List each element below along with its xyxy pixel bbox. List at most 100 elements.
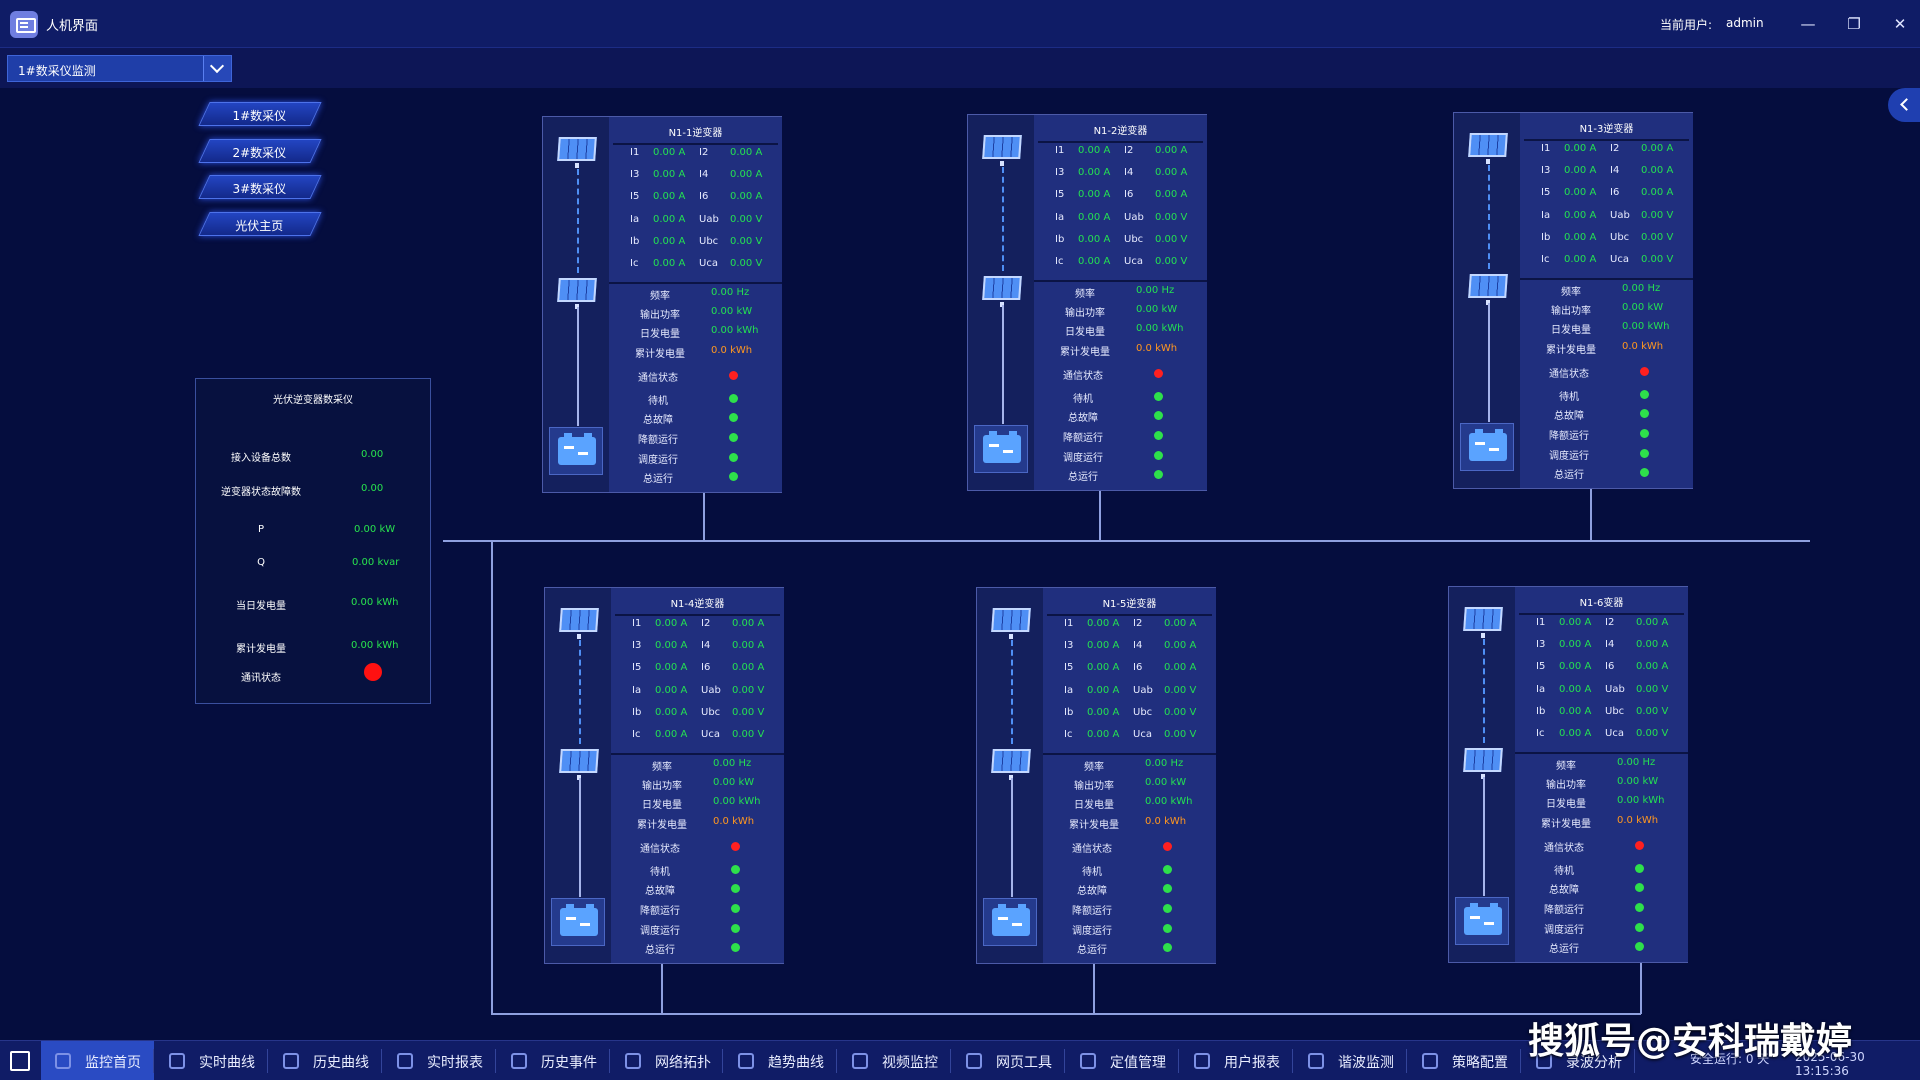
inverter-icon <box>1455 897 1509 945</box>
nav-collector-2-button[interactable]: 2#数采仪 <box>198 139 322 163</box>
measure-value: 0.00 A <box>1564 187 1597 198</box>
collapse-panel-button[interactable] <box>1888 88 1920 122</box>
taskbar-button[interactable]: 策略配置 <box>1408 1041 1521 1080</box>
energy-value: 0.00 Hz <box>711 287 750 298</box>
inverter-icon <box>974 425 1028 473</box>
measure-value: 0.00 A <box>1559 706 1592 717</box>
state-indicator <box>1154 431 1163 440</box>
divider <box>615 614 780 616</box>
summary-label: 通讯状态 <box>241 673 281 684</box>
summary-label: 逆变器状态故障数 <box>221 487 301 498</box>
solar-panel-icon <box>553 133 601 168</box>
energy-label: 频率 <box>1556 761 1576 772</box>
minimize-icon[interactable]: — <box>1796 12 1820 36</box>
summary-label: P <box>257 524 265 535</box>
energy-value: 0.00 Hz <box>1136 285 1175 296</box>
home-icon <box>55 1053 71 1069</box>
restore-icon[interactable]: ❐ <box>1842 12 1866 36</box>
state-indicator <box>1640 367 1649 376</box>
measure-value: 0.00 A <box>1087 707 1120 718</box>
measure-value: 0.00 A <box>653 236 686 247</box>
measure-label: Uab <box>1610 210 1630 221</box>
apps-grid-icon[interactable] <box>10 1051 30 1071</box>
solar-panel-icon <box>1459 603 1507 638</box>
state-label: 通信状态 <box>640 844 680 855</box>
taskbar-button[interactable]: 历史事件 <box>497 1041 610 1080</box>
taskbar-button[interactable]: 历史曲线 <box>269 1041 382 1080</box>
report-icon <box>397 1053 413 1069</box>
state-indicator <box>1163 842 1172 851</box>
measure-value: 0.00 A <box>730 191 763 202</box>
measure-label: Ia <box>632 685 642 696</box>
title-bar: 人机界面 当前用户: admin — ❐ ✕ <box>0 0 1920 48</box>
measure-label: I1 <box>1541 143 1551 154</box>
measure-value: 0.00 A <box>1087 618 1120 629</box>
measure-value: 0.00 A <box>653 191 686 202</box>
taskbar-button[interactable]: 监控首页 <box>41 1041 154 1080</box>
measure-label: I5 <box>1536 661 1546 672</box>
taskbar-button[interactable]: 网页工具 <box>952 1041 1065 1080</box>
energy-value: 0.0 kWh <box>1622 341 1664 352</box>
taskbar-button[interactable]: 定值管理 <box>1066 1041 1179 1080</box>
nav-pv-home-button[interactable]: 光伏主页 <box>198 212 322 236</box>
measure-value: 0.00 A <box>1078 145 1111 156</box>
state-indicator <box>729 453 738 462</box>
taskbar-button[interactable]: 实时报表 <box>383 1041 496 1080</box>
energy-value: 0.0 kWh <box>711 345 753 356</box>
state-indicator <box>729 433 738 442</box>
measure-value: 0.00 A <box>1636 661 1669 672</box>
nav-collector-3-button[interactable]: 3#数采仪 <box>198 175 322 199</box>
taskbar-button[interactable]: 趋势曲线 <box>724 1041 837 1080</box>
selector-value: 1#数采仪监测 <box>18 64 96 78</box>
measure-label: Ib <box>1055 234 1065 245</box>
measure-value: 0.00 V <box>1155 234 1188 245</box>
taskbar-button[interactable]: 谐波监测 <box>1294 1041 1407 1080</box>
divider <box>1047 614 1212 616</box>
state-label: 通信状态 <box>1063 371 1103 382</box>
measure-value: 0.00 A <box>1078 256 1111 267</box>
measure-label: I5 <box>630 191 640 202</box>
measure-value: 0.00 V <box>1164 685 1197 696</box>
energy-value: 0.00 kWh <box>713 796 761 807</box>
measure-value: 0.00 A <box>1087 729 1120 740</box>
energy-label: 日发电量 <box>1551 325 1591 336</box>
measure-value: 0.00 A <box>1078 212 1111 223</box>
measure-label: I6 <box>1610 187 1620 198</box>
taskbar-button[interactable]: 用户报表 <box>1180 1041 1293 1080</box>
energy-label: 日发电量 <box>642 800 682 811</box>
taskbar-button[interactable]: 网络拓扑 <box>611 1041 723 1080</box>
measure-label: Ic <box>632 729 641 740</box>
measure-label: Ubc <box>1124 234 1144 245</box>
measure-label: I2 <box>1124 145 1134 156</box>
energy-label: 频率 <box>650 291 670 302</box>
energy-value: 0.00 kWh <box>1617 795 1665 806</box>
taskbar-button[interactable]: 实时曲线 <box>155 1041 268 1080</box>
divider <box>1524 139 1689 141</box>
dc-connection-line <box>579 778 581 897</box>
state-indicator <box>1163 904 1172 913</box>
state-label: 调度运行 <box>1063 453 1103 464</box>
taskbar-button[interactable]: 视频监控 <box>838 1041 951 1080</box>
state-label: 待机 <box>648 396 668 407</box>
measure-label: I4 <box>699 169 709 180</box>
state-indicator <box>731 904 740 913</box>
state-label: 调度运行 <box>1544 925 1584 936</box>
harmonic-icon <box>1308 1053 1324 1069</box>
state-indicator <box>1640 409 1649 418</box>
state-label: 通信状态 <box>1544 843 1584 854</box>
state-label: 总运行 <box>1554 470 1584 481</box>
summary-label: 累计发电量 <box>236 644 286 655</box>
chevron-down-icon[interactable] <box>203 56 231 81</box>
nav-collector-1-button[interactable]: 1#数采仪 <box>198 102 322 126</box>
state-label: 通信状态 <box>1072 844 1112 855</box>
measure-label: Ubc <box>701 707 721 718</box>
topology-icon <box>625 1053 641 1069</box>
measure-label: I3 <box>1541 165 1551 176</box>
measure-label: Ia <box>1055 212 1065 223</box>
app-title: 人机界面 <box>46 19 99 34</box>
close-icon[interactable]: ✕ <box>1888 12 1912 36</box>
setting-icon <box>1080 1053 1096 1069</box>
energy-label: 累计发电量 <box>1060 347 1110 358</box>
collector-selector[interactable]: 1#数采仪监测 <box>7 55 232 82</box>
energy-label: 频率 <box>1084 762 1104 773</box>
